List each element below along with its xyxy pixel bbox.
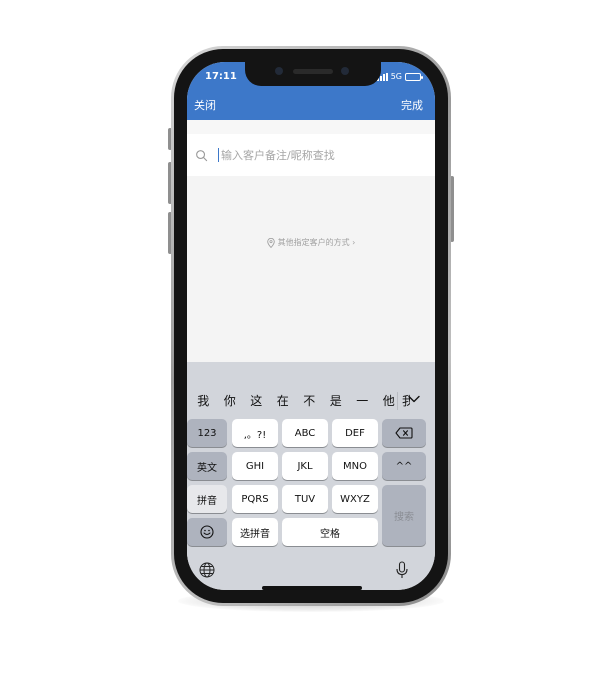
key-wxyz[interactable]: WXYZ — [332, 485, 378, 513]
key-pqrs[interactable]: PQRS — [232, 485, 278, 513]
notch — [245, 62, 381, 86]
chevron-down-icon[interactable] — [407, 392, 421, 406]
microphone-icon[interactable] — [396, 561, 408, 579]
globe-icon[interactable] — [199, 562, 215, 578]
status-indicators: 5G — [376, 72, 423, 81]
sensor-icon — [275, 67, 283, 75]
candidate-word[interactable]: 你 — [217, 392, 244, 409]
emoji-icon — [200, 525, 214, 539]
search-icon — [196, 149, 208, 161]
home-indicator — [262, 586, 362, 590]
key-tuv[interactable]: TUV — [282, 485, 328, 513]
speaker-grille — [293, 69, 333, 74]
battery-icon — [405, 72, 423, 81]
phone-bezel: 17:11 5G 关闭 完成 输入客户备注/昵称查找 其他指定客户的方式 › 我… — [174, 49, 448, 603]
location-pin-icon — [266, 237, 275, 248]
candidate-word[interactable]: 不 — [296, 392, 323, 409]
text-cursor — [218, 148, 219, 162]
phone-frame: 17:11 5G 关闭 完成 输入客户备注/昵称查找 其他指定客户的方式 › 我… — [171, 46, 451, 606]
emoji-key[interactable] — [187, 518, 227, 546]
candidate-word[interactable]: 在 — [270, 392, 297, 409]
search-bar[interactable] — [187, 134, 435, 176]
key-abc[interactable]: ABC — [282, 419, 328, 447]
search-input[interactable] — [221, 148, 411, 162]
camera-icon — [341, 67, 349, 75]
backspace-key[interactable] — [382, 419, 426, 447]
content-area: 其他指定客户的方式 › — [187, 176, 435, 362]
candidate-word[interactable]: 他 — [376, 392, 403, 409]
other-method-link[interactable]: 其他指定客户的方式 › — [187, 237, 435, 248]
candidate-word[interactable]: 我 — [190, 392, 217, 409]
select-pinyin-key[interactable]: 选拼音 — [232, 518, 278, 546]
candidate-bar: 我 你 这 在 不 是 一 他 我 — [187, 386, 435, 414]
candidate-word[interactable]: 一 — [349, 392, 376, 409]
other-method-label: 其他指定客户的方式 › — [277, 238, 356, 247]
key-mno[interactable]: MNO — [332, 452, 378, 480]
status-time: 17:11 — [205, 71, 237, 82]
done-button[interactable]: 完成 — [401, 97, 423, 113]
candidate-word[interactable]: 是 — [323, 392, 350, 409]
candidate-divider — [397, 392, 398, 410]
key-punctuation[interactable]: ,。?! — [232, 419, 278, 447]
keyboard: 我 你 这 在 不 是 一 他 我 123 ,。?! ABC DEF 英文 GH… — [187, 362, 435, 590]
screen: 17:11 5G 关闭 完成 输入客户备注/昵称查找 其他指定客户的方式 › 我… — [187, 62, 435, 590]
key-jkl[interactable]: JKL — [282, 452, 328, 480]
candidate-word[interactable]: 这 — [243, 392, 270, 409]
key-english[interactable]: 英文 — [187, 452, 227, 480]
key-ghi[interactable]: GHI — [232, 452, 278, 480]
backspace-icon — [395, 427, 413, 439]
key-pinyin[interactable]: 拼音 — [187, 485, 227, 513]
search-key[interactable]: 搜索 — [382, 485, 426, 546]
network-type: 5G — [390, 72, 402, 81]
close-button[interactable]: 关闭 — [194, 97, 216, 113]
key-def[interactable]: DEF — [332, 419, 378, 447]
key-emoticon[interactable]: ^^ — [382, 452, 426, 480]
key-123[interactable]: 123 — [187, 419, 227, 447]
space-key[interactable]: 空格 — [282, 518, 378, 546]
